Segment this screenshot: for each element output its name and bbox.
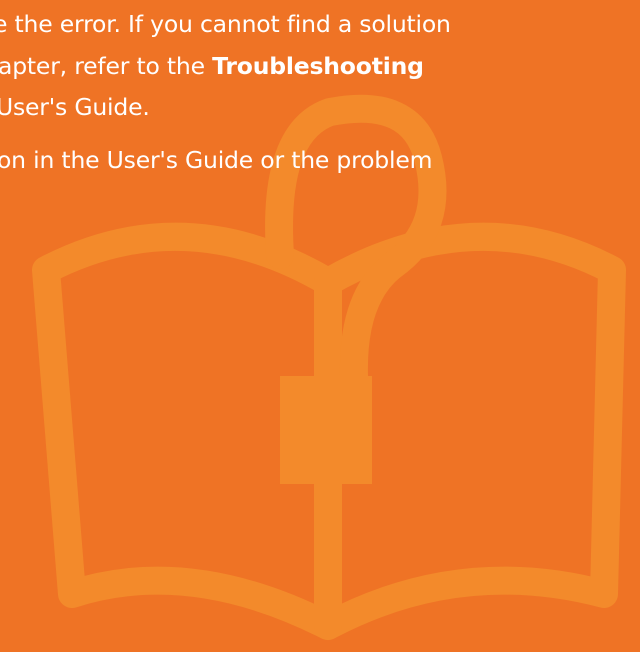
troubleshooting-heading-link-text: Troubleshooting — [212, 52, 424, 80]
body-text-line-4: on in the User's Guide or the problem — [0, 146, 433, 174]
body-text-line-1: e the error. If you cannot find a soluti… — [0, 10, 451, 38]
body-text-line-3: User's Guide. — [0, 93, 150, 121]
body-text-line-2: apter, refer to the Troubleshooting — [0, 52, 424, 80]
line-2-text: apter, refer to the — [0, 52, 213, 80]
